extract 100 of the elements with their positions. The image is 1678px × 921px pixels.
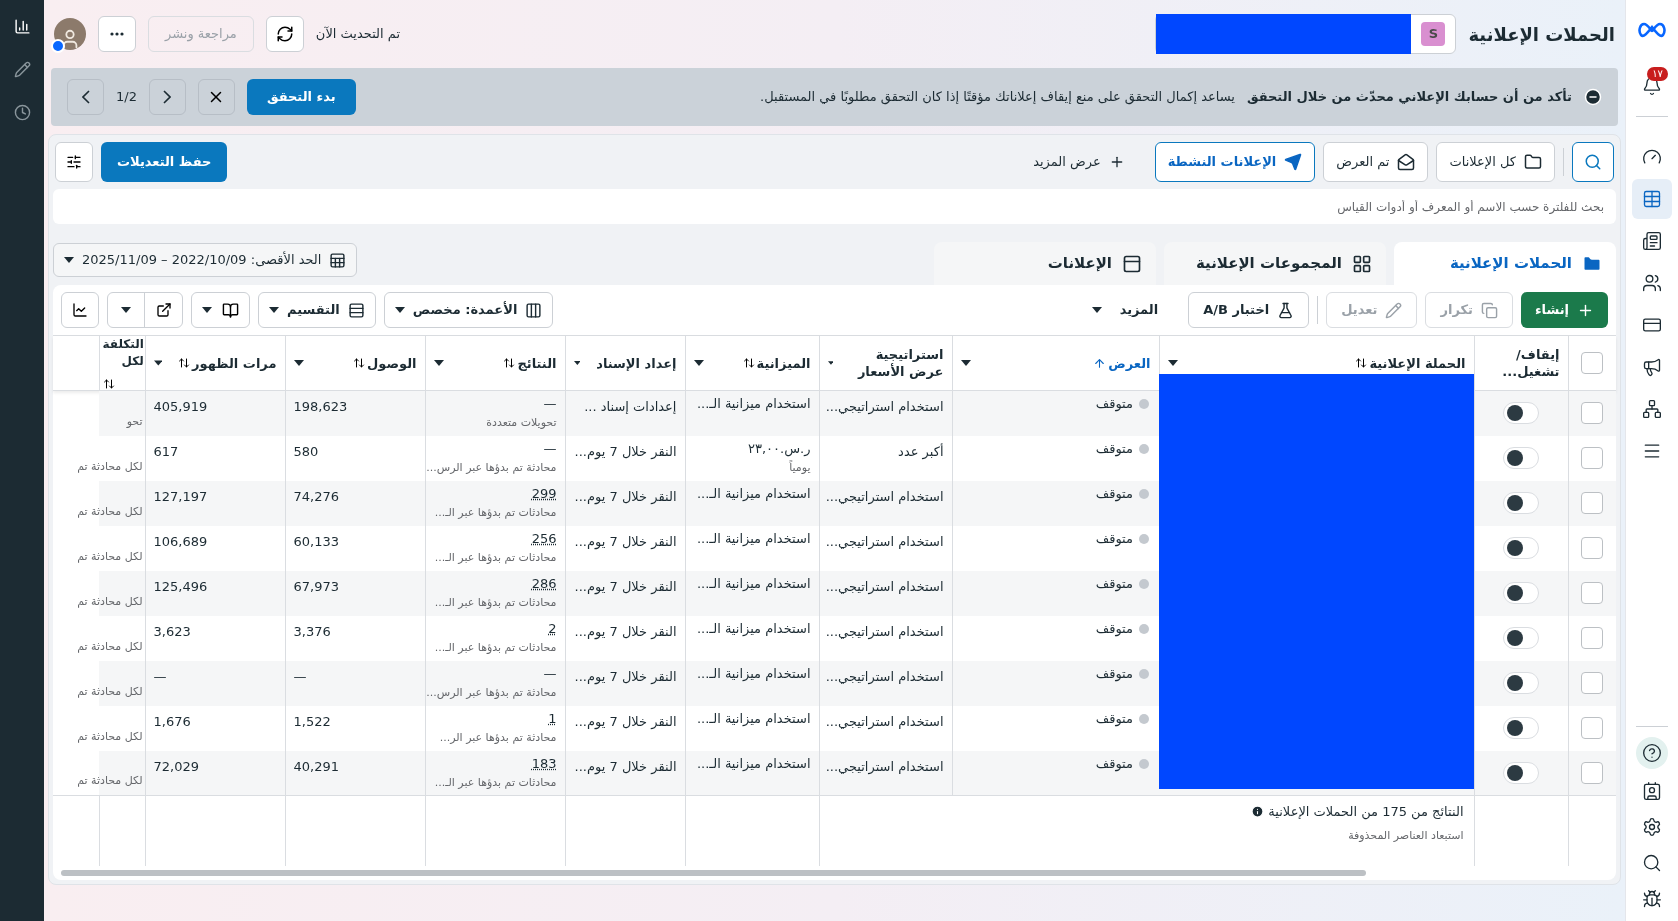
- row-checkbox[interactable]: [1581, 402, 1604, 425]
- column-header[interactable]: الحملة الإعلانية: [1369, 354, 1466, 372]
- previous-button[interactable]: [67, 79, 104, 115]
- toggle-switch[interactable]: [1503, 537, 1539, 559]
- profile-avatar[interactable]: [54, 18, 86, 50]
- save-changes-button[interactable]: حفظ التعديلات: [101, 142, 228, 182]
- pencil-icon[interactable]: [13, 61, 31, 78]
- toggle-switch[interactable]: [1503, 627, 1539, 649]
- result-value[interactable]: 256: [531, 528, 557, 549]
- column-header[interactable]: مرات الظهور: [192, 354, 277, 372]
- column-header[interactable]: الوصول: [367, 354, 417, 372]
- account-badge: S: [1421, 22, 1446, 46]
- bug-icon[interactable]: [1642, 889, 1662, 909]
- action-button[interactable]: إنشاء: [1520, 292, 1608, 328]
- view-filter-button[interactable]: تم العرض: [1323, 142, 1429, 182]
- sort-ascending-icon[interactable]: [1093, 356, 1107, 370]
- reach-value: 3,376: [293, 623, 331, 639]
- reports-dropdown[interactable]: [191, 292, 250, 328]
- select-all-checkbox[interactable]: [1581, 352, 1604, 374]
- info-icon[interactable]: [1251, 805, 1265, 819]
- close-button[interactable]: [197, 79, 235, 115]
- toggle-switch[interactable]: [1503, 492, 1539, 514]
- budget: استخدام ميزانية الـ...: [696, 574, 811, 593]
- result-type: تحويلات متعددة: [486, 415, 557, 431]
- banner-message: يساعد إكمال التحقق على منع إيقاف إعلاناتك مؤقتًا إذا كان التحقق مطلوبًا في المستقبل.: [760, 88, 1235, 107]
- impressions-value: 125,496: [153, 578, 208, 594]
- megaphone-icon: [1642, 357, 1662, 377]
- bid-strategy: أكبر عدد: [898, 443, 944, 459]
- delivery-status: متوقف: [1095, 619, 1133, 639]
- row-checkbox[interactable]: [1581, 537, 1604, 559]
- row-checkbox[interactable]: [1581, 492, 1604, 514]
- delivery-status: متوقف: [1095, 439, 1133, 459]
- chart-button[interactable]: [61, 292, 99, 328]
- toggle-switch[interactable]: [1503, 672, 1539, 694]
- row-checkbox[interactable]: [1581, 672, 1604, 694]
- sort-icon[interactable]: [503, 357, 516, 369]
- facebook-badge-icon: [51, 39, 65, 53]
- help-icon[interactable]: [1642, 743, 1662, 763]
- column-header[interactable]: استراتيجية عرض الأسعار: [849, 346, 944, 380]
- tab[interactable]: الحملات الإعلانية: [1394, 242, 1616, 285]
- row-checkbox[interactable]: [1581, 447, 1604, 469]
- more-dropdown[interactable]: المزيد: [1079, 292, 1171, 328]
- settings-icon[interactable]: [1642, 817, 1662, 837]
- toggle-switch[interactable]: [1503, 402, 1539, 425]
- row-checkbox[interactable]: [1581, 582, 1604, 604]
- toggle-switch[interactable]: [1503, 717, 1539, 739]
- cost-type: لكل محادثة تم: [77, 504, 143, 518]
- action-button[interactable]: اختبار A/B: [1188, 292, 1310, 328]
- column-header[interactable]: التكلفة لكل: [102, 336, 144, 370]
- toggle-switch[interactable]: [1503, 447, 1539, 469]
- column-header[interactable]: الميزانية: [756, 354, 811, 372]
- sort-icon[interactable]: [178, 357, 191, 369]
- attribution-setting: النقر خلال 7 يوم...: [574, 623, 677, 639]
- caret-icon: [202, 307, 212, 313]
- result-value[interactable]: 299: [531, 483, 557, 504]
- result-value[interactable]: 183: [531, 753, 557, 774]
- reach-value: 60,133: [293, 533, 339, 549]
- clock-icon[interactable]: [13, 104, 31, 121]
- result-value[interactable]: 2: [548, 618, 557, 639]
- show-more-button[interactable]: عرض المزيد: [1023, 142, 1135, 182]
- tab[interactable]: المجموعات الإعلانية: [1164, 242, 1386, 285]
- meta-logo-icon[interactable]: [1638, 22, 1666, 38]
- search-icon[interactable]: [1642, 853, 1662, 873]
- column-header[interactable]: النتائج: [517, 354, 557, 372]
- sort-icon[interactable]: [102, 378, 115, 390]
- start-verification-button[interactable]: بدء التحقق: [246, 79, 356, 115]
- row-checkbox[interactable]: [1581, 627, 1604, 649]
- column-header[interactable]: العرض: [1108, 354, 1151, 372]
- chart-icon[interactable]: [13, 18, 31, 35]
- columns-dropdown[interactable]: الأعمدة: مخصص: [383, 292, 554, 328]
- sort-icon[interactable]: [742, 357, 755, 369]
- sort-icon[interactable]: [1355, 357, 1368, 369]
- column-header[interactable]: إيقاف/ تشغيل...: [1490, 346, 1560, 380]
- row-checkbox[interactable]: [1581, 717, 1604, 739]
- account-selector[interactable]: S: [1155, 14, 1457, 54]
- tab[interactable]: الإعلانات: [934, 242, 1156, 285]
- result-value[interactable]: 286: [531, 573, 557, 594]
- cost-type: لكل محادثة تم: [77, 594, 143, 608]
- filter-settings-button[interactable]: [55, 142, 93, 182]
- contact-icon[interactable]: [1642, 781, 1662, 801]
- impressions-value: —: [153, 668, 167, 684]
- refresh-button[interactable]: [265, 16, 304, 52]
- toggle-switch[interactable]: [1503, 761, 1539, 784]
- next-button[interactable]: [148, 79, 186, 115]
- date-range-picker[interactable]: الحد الأقصى: 2022/10/09 – 2025/11/09: [53, 243, 358, 277]
- result-type: محادثات تم بدؤها عبر الـ...: [434, 504, 557, 521]
- toggle-switch[interactable]: [1503, 582, 1539, 604]
- view-filter-button[interactable]: كل الإعلانات: [1436, 142, 1555, 182]
- summary-note: استبعاد العناصر المحذوفة: [1348, 828, 1464, 842]
- chevron-left-icon: [81, 90, 90, 104]
- breakdown-dropdown[interactable]: التقسيم: [258, 292, 376, 328]
- view-filter-button[interactable]: الإعلانات النشطة: [1154, 142, 1316, 182]
- horizontal-scrollbar[interactable]: [61, 869, 1366, 876]
- search-button[interactable]: [1572, 142, 1614, 182]
- result-value[interactable]: 1: [548, 708, 557, 729]
- chevron-right-icon: [163, 90, 172, 104]
- column-header[interactable]: إعداد الإسناد: [596, 354, 677, 372]
- bell-icon[interactable]: [1642, 76, 1662, 96]
- sort-icon[interactable]: [353, 357, 365, 369]
- row-checkbox[interactable]: [1581, 761, 1604, 784]
